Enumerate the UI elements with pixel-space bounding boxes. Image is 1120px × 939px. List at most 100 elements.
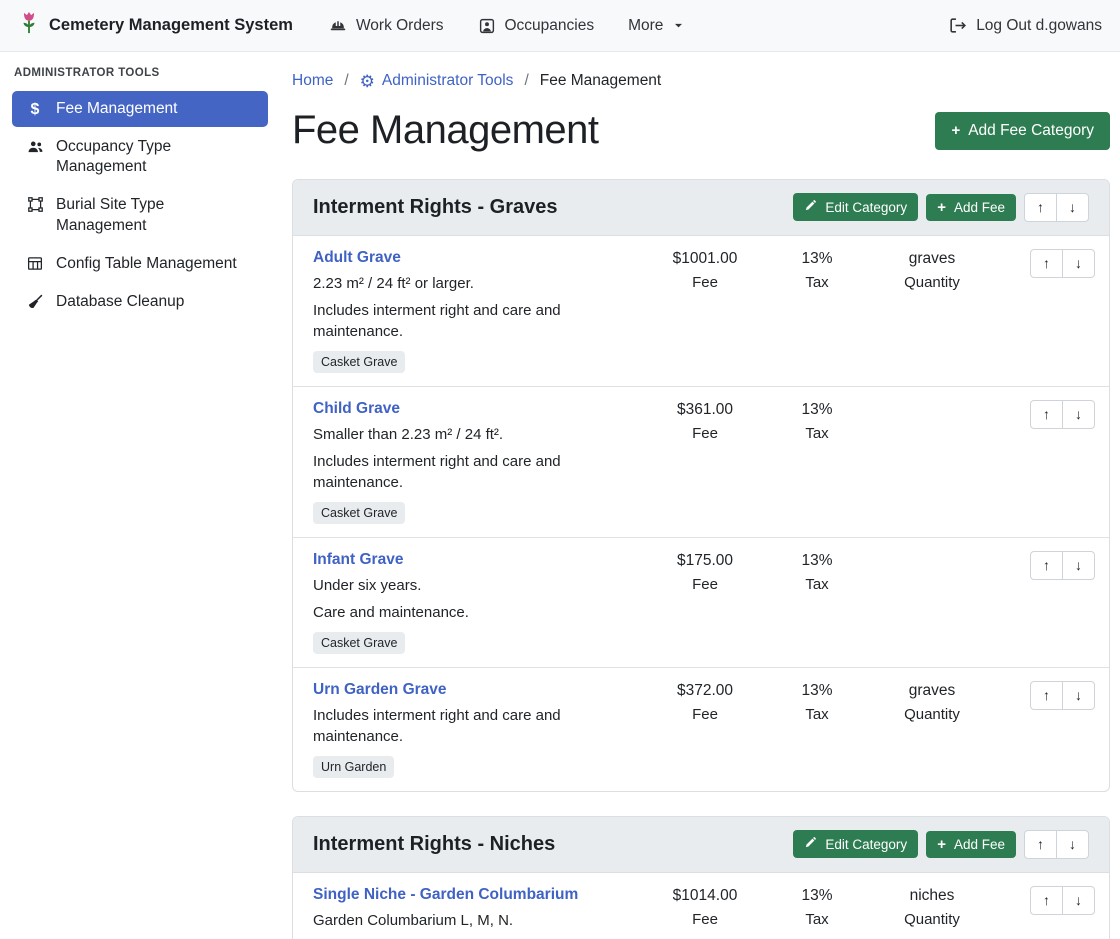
sidebar-item-label: Fee Management — [56, 99, 178, 119]
fee-quantity-label: Quantity — [873, 274, 991, 291]
arrow-down-icon: ↓ — [1075, 255, 1082, 271]
fee-descriptions: Under six years.Care and maintenance. — [313, 575, 641, 623]
breadcrumb-separator: / — [344, 72, 348, 90]
breadcrumb-separator: / — [524, 72, 528, 90]
move-category-down-button[interactable]: ↓ — [1056, 830, 1089, 859]
fee-description: 2.23 m² / 24 ft² or larger. — [313, 273, 641, 294]
nav-more[interactable]: More — [628, 17, 685, 35]
fee-quantity-value: graves — [873, 682, 991, 700]
fee-tax-label: Tax — [769, 706, 865, 723]
move-category-down-button[interactable]: ↓ — [1056, 193, 1089, 222]
edit-category-label: Edit Category — [825, 200, 907, 215]
fee-description: Includes interment right and care and ma… — [313, 300, 641, 342]
vector-square-icon — [24, 195, 46, 213]
fee-main: Child Grave Smaller than 2.23 m² / 24 ft… — [313, 400, 641, 524]
sidebar-item-occupancy-type-management[interactable]: Occupancy Type Management — [12, 129, 268, 185]
fee-descriptions: 2.23 m² / 24 ft² or larger. Includes inte… — [313, 273, 641, 342]
category-header: Interment Rights - Graves Edit Category … — [293, 180, 1109, 236]
add-fee-button[interactable]: + Add Fee — [926, 194, 1016, 221]
users-icon — [24, 137, 46, 156]
edit-category-button[interactable]: Edit Category — [793, 830, 918, 858]
occupancy-badge-icon — [478, 17, 496, 35]
top-navbar: Cemetery Management System Work Orders — [0, 0, 1120, 52]
fee-reorder-group: ↑ ↓ — [1030, 400, 1095, 429]
category-header: Interment Rights - Niches Edit Category … — [293, 817, 1109, 873]
brand[interactable]: Cemetery Management System — [18, 11, 293, 40]
fee-type-badge: Casket Grave — [313, 351, 405, 373]
arrow-down-icon: ↓ — [1075, 892, 1082, 908]
nav-occupancies[interactable]: Occupancies — [478, 17, 595, 35]
add-fee-label: Add Fee — [954, 837, 1005, 852]
fee-categories-list: Interment Rights - Graves Edit Category … — [292, 179, 1110, 939]
fee-quantity-column — [873, 551, 991, 558]
fee-amount-column: $1014.00 Fee — [649, 886, 761, 928]
breadcrumb-home-link[interactable]: Home — [292, 72, 333, 90]
nav-occupancies-label: Occupancies — [505, 17, 595, 35]
move-fee-down-button[interactable]: ↓ — [1062, 551, 1095, 580]
category-reorder-group: ↑ ↓ — [1024, 830, 1089, 859]
sidebar-nav: $ Fee Management Occupancy Type Management… — [0, 91, 280, 320]
broom-icon — [24, 292, 46, 311]
fee-name-link[interactable]: Child Grave — [313, 400, 400, 418]
arrow-down-icon: ↓ — [1069, 836, 1076, 852]
move-fee-up-button[interactable]: ↑ — [1030, 681, 1063, 710]
fee-quantity-column: graves Quantity — [873, 681, 991, 723]
nav-work-orders[interactable]: Work Orders — [329, 17, 444, 35]
category-title: Interment Rights - Niches — [313, 833, 555, 856]
sidebar-item-burial-site-type-management[interactable]: Burial Site Type Management — [12, 187, 268, 243]
fee-tax-column: 13% Tax — [769, 551, 865, 593]
fee-description: Under six years. — [313, 575, 641, 596]
page-header: Fee Management + Add Fee Category — [292, 108, 1110, 153]
gear-icon: ⚙ — [360, 73, 375, 90]
fee-amount-label: Fee — [649, 911, 761, 928]
move-fee-down-button[interactable]: ↓ — [1062, 400, 1095, 429]
logout-link[interactable]: Log Out d.gowans — [948, 16, 1102, 35]
fee-tax-label: Tax — [769, 576, 865, 593]
breadcrumb-current: Fee Management — [540, 72, 662, 90]
move-category-up-button[interactable]: ↑ — [1024, 830, 1057, 859]
fee-row: Urn Garden Grave Includes interment righ… — [293, 667, 1109, 791]
move-fee-up-button[interactable]: ↑ — [1030, 551, 1063, 580]
move-fee-up-button[interactable]: ↑ — [1030, 400, 1063, 429]
fee-name-link[interactable]: Infant Grave — [313, 551, 403, 569]
move-category-up-button[interactable]: ↑ — [1024, 193, 1057, 222]
dollar-icon: $ — [24, 99, 46, 119]
edit-category-label: Edit Category — [825, 837, 907, 852]
move-fee-up-button[interactable]: ↑ — [1030, 886, 1063, 915]
fee-name-link[interactable]: Single Niche - Garden Columbarium — [313, 886, 578, 904]
add-fee-category-label: Add Fee Category — [968, 122, 1094, 140]
fee-main: Single Niche - Garden Columbarium Garden… — [313, 886, 641, 939]
fee-quantity-column: niches Quantity — [873, 886, 991, 928]
fee-quantity-column — [873, 400, 991, 407]
sidebar-item-fee-management[interactable]: $ Fee Management — [12, 91, 268, 127]
fee-tax-column: 13% Tax — [769, 400, 865, 442]
fee-tax-label: Tax — [769, 425, 865, 442]
fee-row: Child Grave Smaller than 2.23 m² / 24 ft… — [293, 386, 1109, 537]
category-title: Interment Rights - Graves — [313, 196, 558, 219]
fee-name-link[interactable]: Adult Grave — [313, 249, 401, 267]
fee-reorder-group: ↑ ↓ — [1030, 886, 1095, 915]
sidebar-item-config-table-management[interactable]: Config Table Management — [12, 246, 268, 282]
pencil-icon — [804, 836, 817, 852]
fee-tax-column: 13% Tax — [769, 886, 865, 928]
category-actions: Edit Category + Add Fee ↑ ↓ — [793, 830, 1089, 859]
move-fee-up-button[interactable]: ↑ — [1030, 249, 1063, 278]
add-fee-button[interactable]: + Add Fee — [926, 831, 1016, 858]
tulip-logo-icon — [18, 11, 40, 40]
fee-amount-column: $372.00 Fee — [649, 681, 761, 723]
breadcrumb-admin-tools-link[interactable]: ⚙ Administrator Tools — [360, 72, 514, 90]
fee-category-card: Interment Rights - Graves Edit Category … — [292, 179, 1110, 792]
arrow-down-icon: ↓ — [1075, 687, 1082, 703]
add-fee-category-button[interactable]: + Add Fee Category — [935, 112, 1110, 150]
sidebar-item-database-cleanup[interactable]: Database Cleanup — [12, 284, 268, 320]
move-fee-down-button[interactable]: ↓ — [1062, 249, 1095, 278]
fee-name-link[interactable]: Urn Garden Grave — [313, 681, 447, 699]
fee-type-badge: Casket Grave — [313, 502, 405, 524]
fee-reorder-group: ↑ ↓ — [1030, 681, 1095, 710]
move-fee-down-button[interactable]: ↓ — [1062, 886, 1095, 915]
sidebar-heading: ADMINISTRATOR TOOLS — [0, 61, 280, 89]
edit-category-button[interactable]: Edit Category — [793, 193, 918, 221]
arrow-up-icon: ↑ — [1043, 406, 1050, 422]
move-fee-down-button[interactable]: ↓ — [1062, 681, 1095, 710]
fee-amount-label: Fee — [649, 576, 761, 593]
